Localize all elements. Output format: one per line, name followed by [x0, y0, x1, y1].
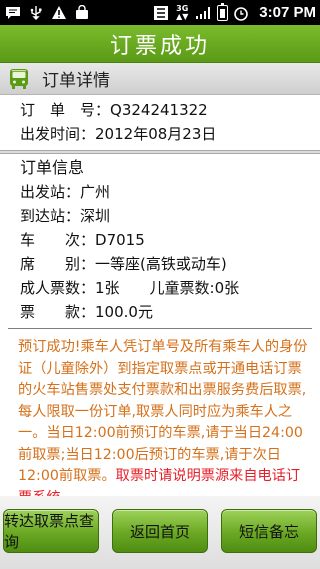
info-label: 席 别： [20, 255, 96, 273]
order-number-value: Q324241322 [110, 101, 208, 119]
order-detail-header: 订单详情 [0, 63, 320, 95]
status-time: 3:07 PM [259, 4, 316, 21]
info-value: 广州 [80, 183, 111, 201]
info-row: 成人票数：1张 儿童票数:0张 [20, 276, 320, 300]
info-label: 成人票数： [20, 279, 96, 297]
info-row: 到达站：深圳 [20, 204, 320, 228]
depart-time-value: 2012年08月23日 [95, 125, 217, 143]
title-bar: 订票成功 [0, 25, 320, 63]
order-number-row: 订 单 号：Q324241322 [20, 98, 320, 122]
info-label: 出发站： [20, 183, 81, 201]
bus-icon [8, 68, 30, 90]
bottom-button-bar: 转达取票点查询 返回首页 短信备忘 [0, 496, 320, 569]
info-label: 票 款： [20, 303, 96, 321]
page-title: 订票成功 [109, 33, 210, 59]
sms-icon [4, 5, 22, 21]
info-value: 1张 儿童票数:0张 [95, 279, 240, 297]
alarm-icon [232, 5, 250, 21]
info-value: 100.0元 [95, 303, 153, 321]
settings-icon [152, 5, 170, 21]
section-title: 订单详情 [42, 71, 110, 91]
signal-icon [194, 5, 212, 21]
3g-icon: 3G ▲▼ [176, 3, 189, 21]
status-bar: 3G ▲▼ 3:07 PM [0, 0, 320, 25]
order-number-label: 订 单 号： [20, 101, 111, 119]
battery-icon [217, 2, 229, 21]
query-pickup-button[interactable]: 转达取票点查询 [3, 509, 99, 553]
usb-icon [27, 5, 45, 21]
info-row: 票 款：100.0元 [20, 300, 320, 324]
depart-time-label: 出发时间： [20, 125, 96, 143]
depart-time-row: 出发时间：2012年08月23日 [20, 122, 320, 146]
pickup-notice: 预订成功!乘车人凭订单号及所有乘车人的身份证（儿童除外）到指定取票点或开通电话订… [0, 329, 320, 509]
notice-text: 预订成功!乘车人凭订单号及所有乘车人的身份证（儿童除外）到指定取票点或开通电话订… [18, 339, 308, 484]
section-divider [0, 150, 320, 154]
shopping-bag-icon [73, 5, 91, 21]
info-row: 车 次：D7015 [20, 228, 320, 252]
info-value: 深圳 [80, 207, 111, 225]
info-row: 席 别：一等座(高铁或动车) [20, 252, 320, 276]
order-info-title: 订单信息 [20, 158, 85, 177]
sms-memo-button[interactable]: 短信备忘 [221, 509, 317, 553]
info-value: D7015 [95, 231, 145, 249]
info-label: 车 次： [20, 231, 96, 249]
warning-icon [50, 5, 68, 21]
order-info-block: 出发站：广州 到达站：深圳 车 次：D7015 席 别：一等座(高铁或动车) 成… [0, 180, 320, 324]
order-detail-block: 订 单 号：Q324241322 出发时间：2012年08月23日 [0, 95, 320, 146]
info-row: 出发站：广州 [20, 180, 320, 204]
info-label: 到达站： [20, 207, 81, 225]
back-home-button[interactable]: 返回首页 [112, 509, 208, 553]
info-value: 一等座(高铁或动车) [95, 255, 227, 273]
